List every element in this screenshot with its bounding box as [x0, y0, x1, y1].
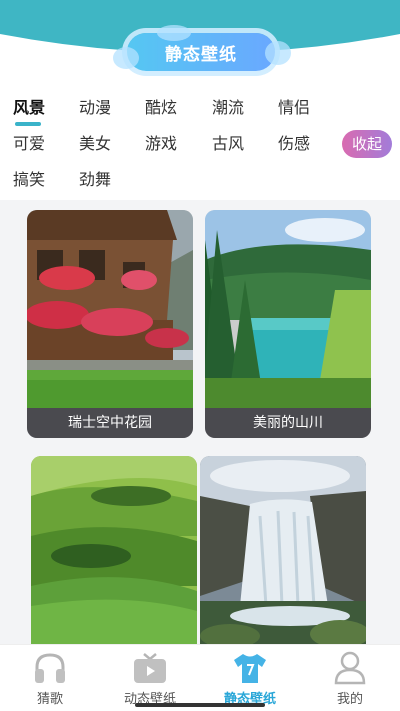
category-couple[interactable]: 情侣 [278, 96, 310, 120]
category-ancient[interactable]: 古风 [212, 132, 244, 156]
headphones-icon [35, 653, 65, 683]
category-beauty[interactable]: 美女 [79, 132, 111, 156]
wallpaper-caption: 瑞士空中花园 [27, 408, 193, 438]
wallpaper-image [205, 210, 371, 410]
nav-item-label: 猜歌 [36, 692, 63, 707]
nav-item-guess-song[interactable]: 猜歌 [5, 651, 95, 707]
wallpaper-image [27, 210, 193, 438]
wallpaper-card[interactable] [200, 456, 366, 652]
category-cute[interactable]: 可爱 [13, 132, 45, 156]
home-indicator [135, 703, 265, 707]
wallpaper-image [200, 456, 366, 652]
page-title: 静态壁纸 [113, 25, 291, 71]
category-game[interactable]: 游戏 [145, 132, 177, 156]
person-icon [334, 651, 366, 685]
nav-item-label: 我的 [336, 692, 363, 707]
collapse-button[interactable]: 收起 [342, 130, 392, 158]
wallpaper-image [31, 456, 197, 652]
category-sad[interactable]: 伤感 [278, 132, 310, 156]
wallpaper-card[interactable]: 美丽的山川 [205, 210, 371, 438]
category-dance[interactable]: 劲舞 [79, 168, 111, 192]
wallpaper-card[interactable]: 瑞士空中花园 [27, 210, 193, 438]
nav-item-static-wallpaper[interactable]: 静态壁纸 [205, 651, 295, 707]
tshirt-icon [234, 654, 266, 683]
cloud-decoration [113, 47, 139, 69]
bottom-nav: 猜歌 动态壁纸 静态壁纸 我的 [0, 644, 400, 711]
page-title-text: 静态壁纸 [165, 44, 237, 65]
active-category-underline [15, 122, 41, 126]
nav-item-live-wallpaper[interactable]: 动态壁纸 [105, 651, 195, 707]
wallpaper-grid: 瑞士空中花园 美丽的山川 [0, 200, 400, 652]
cloud-decoration [265, 41, 291, 65]
category-cool[interactable]: 酷炫 [145, 96, 177, 120]
category-scenery[interactable]: 风景 [13, 96, 45, 120]
category-anime[interactable]: 动漫 [79, 96, 111, 120]
nav-item-mine[interactable]: 我的 [305, 651, 395, 707]
category-trend[interactable]: 潮流 [212, 96, 244, 120]
category-funny[interactable]: 搞笑 [13, 168, 45, 192]
wallpaper-card[interactable] [31, 456, 197, 652]
wallpaper-caption: 美丽的山川 [205, 408, 371, 438]
tv-icon [134, 653, 166, 683]
